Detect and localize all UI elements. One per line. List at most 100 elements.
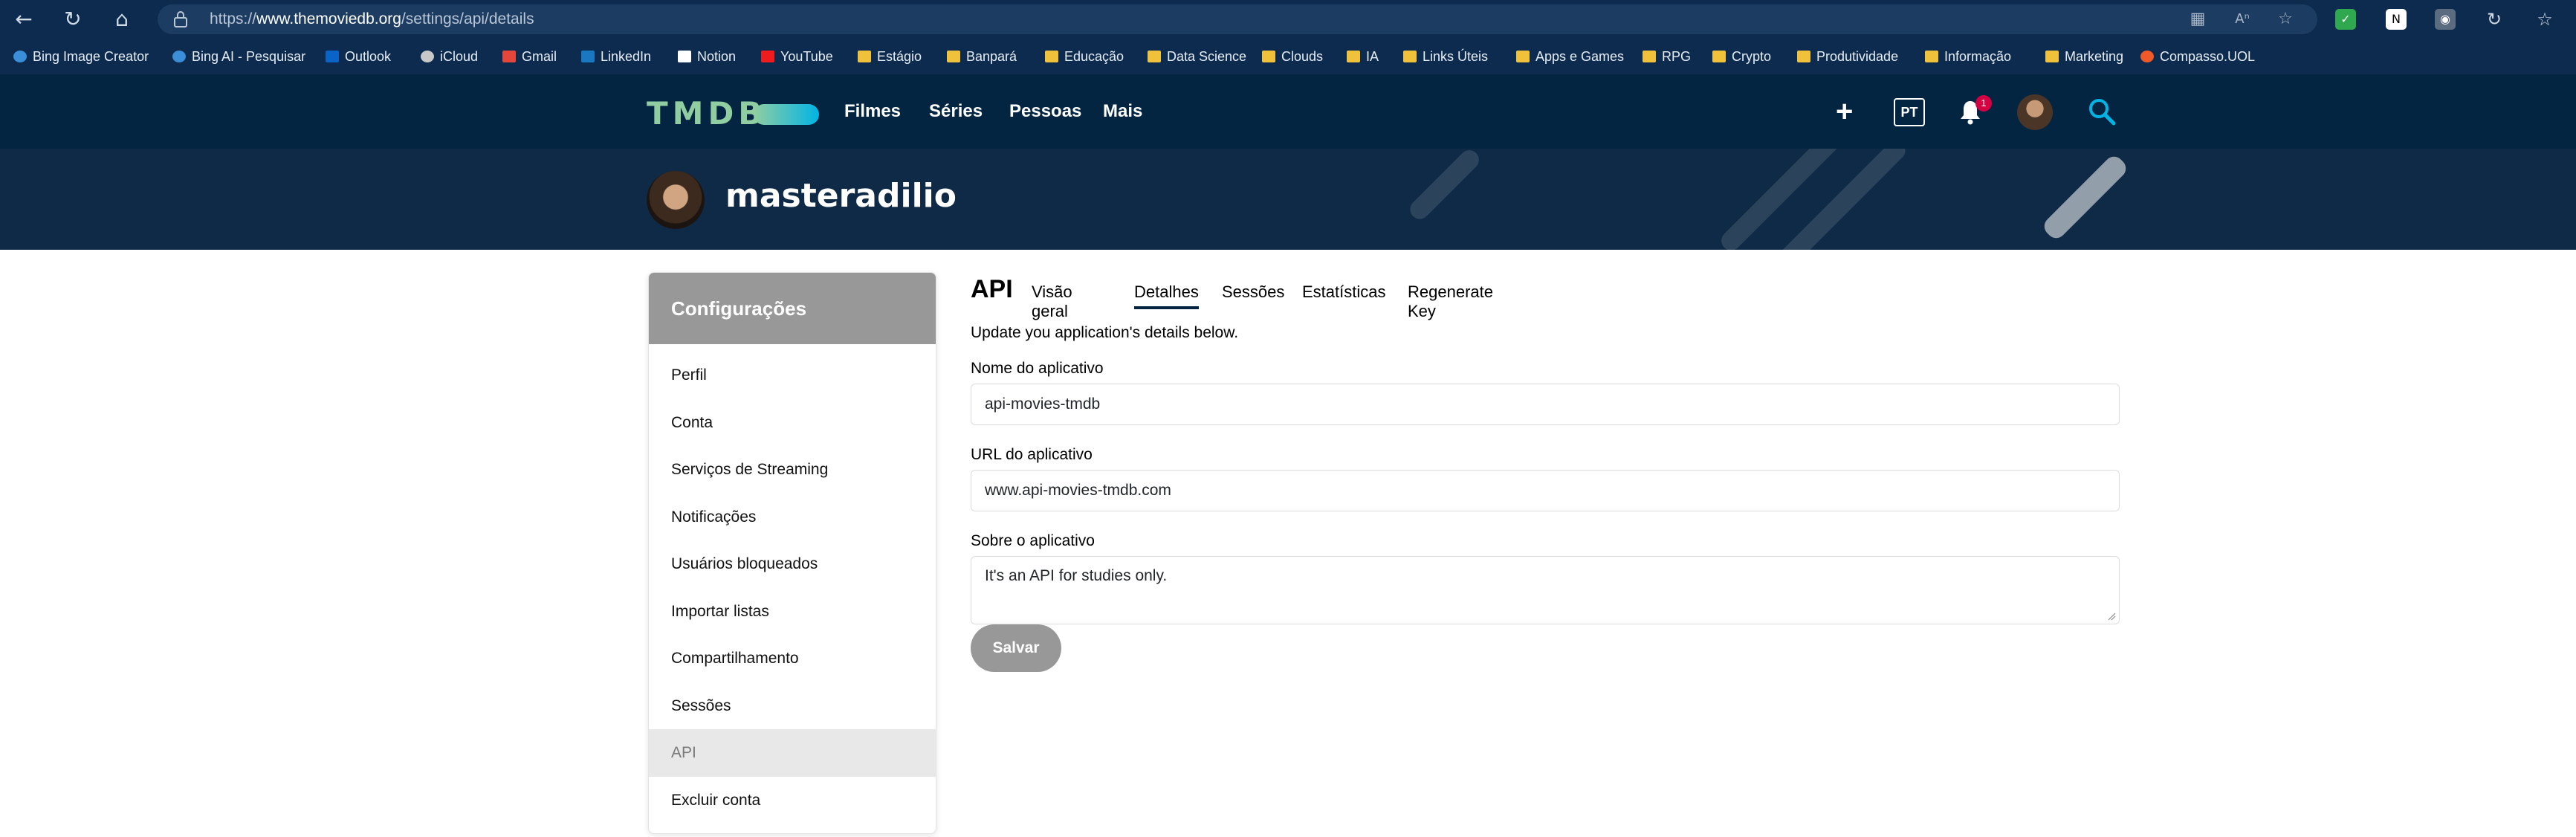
nav-mais[interactable]: Mais (1103, 97, 1142, 126)
folder-icon (1347, 51, 1360, 62)
url-text[interactable]: https://www.themoviedb.org/settings/api/… (210, 4, 534, 34)
lock-icon (174, 11, 187, 28)
language-button[interactable]: PT (1894, 98, 1925, 126)
tab-visao-geral[interactable]: Visão geral (1032, 282, 1072, 321)
bookmark-item[interactable]: IA (1347, 46, 1379, 67)
sidebar-item-api[interactable]: API (649, 729, 936, 777)
decorative-stripe (2040, 152, 2130, 242)
nav-pessoas[interactable]: Pessoas (1009, 97, 1081, 126)
folder-icon (1797, 51, 1810, 62)
apple-icon (421, 51, 434, 62)
sidebar-item-streaming[interactable]: Serviços de Streaming (649, 446, 936, 494)
app-about-field[interactable]: It's an API for studies only. (971, 556, 2120, 624)
folder-icon (858, 51, 871, 62)
favorite-star-icon[interactable]: ☆ (2274, 9, 2297, 30)
linkedin-icon (581, 51, 595, 62)
nav-series[interactable]: Séries (929, 97, 983, 126)
profile-username[interactable]: masteradilio (725, 177, 957, 215)
settings-sidebar: Configurações Perfil Conta Serviços de S… (648, 272, 936, 834)
search-icon[interactable] (2087, 97, 2117, 126)
tab-sessoes[interactable]: Sessões (1222, 282, 1284, 302)
outlook-icon (326, 51, 339, 62)
save-button[interactable]: Salvar (971, 624, 1061, 672)
sidebar-title: Configurações (649, 273, 936, 344)
search-icon (13, 51, 27, 62)
sidebar-item-compartilhamento[interactable]: Compartilhamento (649, 635, 936, 682)
sidebar-item-sessoes[interactable]: Sessões (649, 682, 936, 730)
bookmark-item[interactable]: YouTube (761, 46, 833, 67)
notion-extension-icon[interactable]: N (2386, 9, 2407, 30)
bookmark-item[interactable]: LinkedIn (581, 46, 651, 67)
tmdb-logo-pill (754, 104, 819, 125)
folder-icon (1403, 51, 1417, 62)
bookmark-item[interactable]: Apps e Games (1516, 46, 1624, 67)
folder-icon (1262, 51, 1275, 62)
bookmark-item[interactable]: Produtividade (1797, 46, 1898, 67)
notion-icon (678, 51, 691, 62)
shield-extension-icon[interactable]: ✓ (2335, 9, 2356, 30)
bookmark-item[interactable]: Crypto (1712, 46, 1771, 67)
bookmark-item[interactable]: Clouds (1262, 46, 1323, 67)
bookmark-item[interactable]: Compasso.UOL (2140, 46, 2255, 67)
sidebar-item-usuarios-bloqueados[interactable]: Usuários bloqueados (649, 540, 936, 588)
folder-icon (1045, 51, 1058, 62)
add-icon[interactable]: + (1836, 95, 1853, 128)
folder-icon (1712, 51, 1726, 62)
nav-filmes[interactable]: Filmes (844, 97, 901, 126)
resize-grip-icon[interactable] (2107, 612, 2116, 621)
bookmark-item[interactable]: Bing Image Creator (13, 46, 149, 67)
address-bar[interactable]: https://www.themoviedb.org/settings/api/… (158, 4, 2317, 34)
profile-banner: masteradilio (0, 149, 2576, 250)
sidebar-item-notificacoes[interactable]: Notificações (649, 494, 936, 541)
tab-regenerate-key[interactable]: Regenerate Key (1408, 282, 1493, 321)
site-header: TMDB Filmes Séries Pessoas Mais + PT 1 (0, 74, 2576, 149)
sidebar-item-conta[interactable]: Conta (649, 399, 936, 447)
decorative-stripe (1406, 149, 1483, 223)
browser-toolbar: ← ↻ ⌂ https://www.themoviedb.org/setting… (0, 0, 2576, 39)
app-url-field[interactable]: www.api-movies-tmdb.com (971, 470, 2120, 511)
app-about-label: Sobre o aplicativo (971, 532, 1095, 549)
bookmark-item[interactable]: Gmail (502, 46, 557, 67)
app-name-field[interactable]: api-movies-tmdb (971, 384, 2120, 425)
avatar[interactable] (2017, 94, 2053, 130)
bookmark-item[interactable]: Marketing (2045, 46, 2123, 67)
bookmark-item[interactable]: Outlook (326, 46, 391, 67)
refresh-icon[interactable]: ↻ (58, 4, 88, 34)
bookmark-item[interactable]: iCloud (421, 46, 478, 67)
extension-icon[interactable]: ◉ (2435, 9, 2456, 30)
sidebar-item-importar-listas[interactable]: Importar listas (649, 588, 936, 636)
page-title: API (971, 275, 1013, 303)
folder-icon (2045, 51, 2059, 62)
bookmark-item[interactable]: Notion (678, 46, 736, 67)
refresh-extension-icon[interactable]: ↻ (2484, 9, 2505, 30)
bookmark-item[interactable]: Informação (1925, 46, 2011, 67)
bookmark-item[interactable]: Estágio (858, 46, 922, 67)
gmail-icon (502, 51, 516, 62)
bookmark-item[interactable]: Bing AI - Pesquisar (172, 46, 305, 67)
bookmark-item[interactable]: Educação (1045, 46, 1124, 67)
bookmark-item[interactable]: RPG (1643, 46, 1691, 67)
home-icon[interactable]: ⌂ (107, 4, 137, 34)
folder-icon (1925, 51, 1938, 62)
favorites-icon[interactable]: ☆ (2534, 9, 2555, 30)
sidebar-item-perfil[interactable]: Perfil (649, 352, 936, 399)
folder-icon (1148, 51, 1161, 62)
app-name-label: Nome do aplicativo (971, 360, 1104, 377)
read-aloud-icon[interactable]: Aⁿ (2231, 9, 2253, 30)
tab-detalhes[interactable]: Detalhes (1134, 282, 1199, 309)
sidebar-menu: Perfil Conta Serviços de Streaming Notif… (649, 344, 936, 824)
profile-avatar[interactable] (647, 171, 705, 229)
decorative-stripe (1769, 149, 1909, 250)
tmdb-logo[interactable]: TMDB (647, 95, 766, 132)
back-icon[interactable]: ← (9, 4, 39, 34)
notification-badge: 1 (1975, 95, 1992, 112)
bookmark-item[interactable]: Data Science (1148, 46, 1246, 67)
apps-icon[interactable]: ▦ (2187, 9, 2209, 30)
bookmarks-bar: Bing Image Creator Bing AI - Pesquisar O… (0, 39, 2576, 74)
intro-text: Update you application's details below. (971, 324, 1239, 341)
sidebar-item-excluir-conta[interactable]: Excluir conta (649, 777, 936, 824)
search-icon (172, 51, 186, 62)
bookmark-item[interactable]: Banpará (947, 46, 1017, 67)
bookmark-item[interactable]: Links Úteis (1403, 46, 1488, 67)
tab-estatisticas[interactable]: Estatísticas (1302, 282, 1385, 302)
